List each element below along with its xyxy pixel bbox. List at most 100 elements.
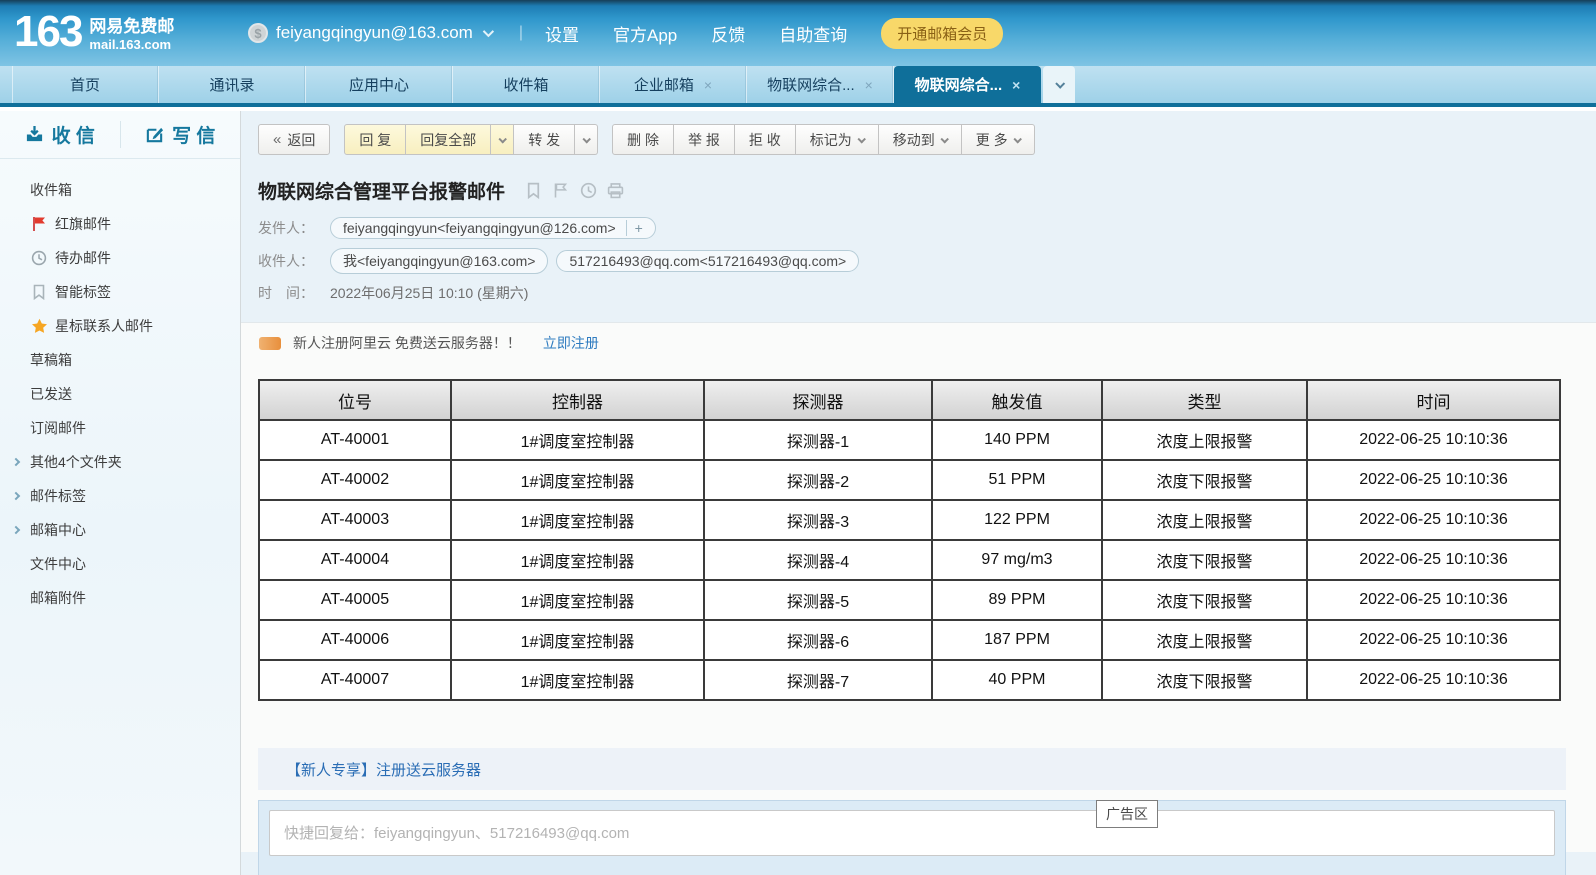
table-cell: 浓度下限报警 [1102, 460, 1307, 500]
mail-toolbar: « 返回 回 复 回复全部 转 发 删 除 举 报 拒 收 标记为 移动到 更 … [241, 111, 1596, 167]
163-logo[interactable]: 163 网易免费邮 mail.163.com [14, 8, 174, 56]
table-cell: AT-40001 [259, 420, 451, 460]
table-cell: 1#调度室控制器 [451, 580, 704, 620]
reply-all-button[interactable]: 回复全部 [406, 124, 491, 155]
printer-icon[interactable] [607, 182, 625, 200]
report-button[interactable]: 举 报 [674, 124, 735, 155]
close-icon[interactable]: × [704, 78, 712, 92]
sidebar-item-drafts[interactable]: 草稿箱 [0, 343, 240, 377]
promo-strip: 【新人专享】注册送云服务器 [258, 748, 1566, 790]
mark-as-button[interactable]: 标记为 [796, 124, 879, 155]
sidebar-item-starred-contacts[interactable]: 星标联系人邮件 [0, 309, 240, 343]
compose-pencil-icon [145, 125, 164, 144]
close-icon[interactable]: × [1012, 78, 1020, 92]
table-cell: AT-40007 [259, 660, 451, 700]
163-logo-number: 163 [14, 8, 81, 56]
table-cell: 97 mg/m3 [932, 540, 1102, 580]
reply-all-dropdown-button[interactable] [491, 124, 514, 155]
table-cell: 2022-06-25 10:10:36 [1307, 540, 1560, 580]
settings-link[interactable]: 设置 [545, 21, 579, 46]
ad-area-label: 广告区 [1096, 800, 1158, 828]
account-email[interactable]: feiyangqingyun@163.com [276, 23, 473, 43]
sidebar-item-mail-center[interactable]: 邮箱中心 [0, 513, 240, 547]
chevron-down-icon[interactable] [483, 26, 494, 37]
table-header-row: 位号 控制器 探测器 触发值 类型 时间 [259, 380, 1560, 420]
brand-title: 网易免费邮 [89, 17, 174, 37]
mail-time: 2022年06月25日 10:10 (星期六) [330, 283, 528, 303]
self-service-link[interactable]: 自助查询 [779, 21, 847, 46]
table-cell: AT-40002 [259, 460, 451, 500]
delete-button[interactable]: 删 除 [612, 124, 674, 155]
table-cell: 2022-06-25 10:10:36 [1307, 500, 1560, 540]
quick-reply-input[interactable] [269, 810, 1555, 856]
sidebar-item-todo-mail[interactable]: 待办邮件 [0, 241, 240, 275]
inbox-download-icon [25, 125, 44, 144]
sender-address-pill[interactable]: feiyangqingyun<feiyangqingyun@126.com> + [330, 217, 656, 239]
table-cell: 探测器-5 [704, 580, 932, 620]
bookmark-icon[interactable] [526, 182, 544, 200]
table-cell: 探测器-7 [704, 660, 932, 700]
sidebar-item-other-folders[interactable]: 其他4个文件夹 [0, 445, 240, 479]
compose-mail-button[interactable]: 写 信 [120, 121, 241, 148]
back-arrows-icon: « [273, 131, 281, 148]
sidebar-item-smart-tags[interactable]: 智能标签 [0, 275, 240, 309]
sidebar-item-red-flag-mail[interactable]: 红旗邮件 [0, 207, 240, 241]
tab-iot-mail-1[interactable]: 物联网综合... × [747, 66, 894, 103]
table-row: AT-400011#调度室控制器探测器-1140 PPM浓度上限报警2022-0… [259, 420, 1560, 460]
from-label: 发件人： [258, 218, 330, 238]
receive-mail-button[interactable]: 收 信 [0, 121, 120, 148]
move-to-button[interactable]: 移动到 [879, 124, 962, 155]
sidebar-item-inbox[interactable]: 收件箱 [0, 173, 240, 207]
webmail-window: 163 网易免费邮 mail.163.com $ feiyangqingyun@… [0, 0, 1596, 875]
official-app-link[interactable]: 官方App [613, 21, 677, 46]
forward-button[interactable]: 转 发 [514, 124, 575, 155]
menu-divider: | [519, 24, 523, 42]
clock-icon[interactable] [580, 182, 598, 200]
table-cell: AT-40003 [259, 500, 451, 540]
mail-meta: 发件人： feiyangqingyun<feiyangqingyun@126.c… [241, 217, 1596, 303]
reply-button[interactable]: 回 复 [344, 124, 406, 155]
reject-button[interactable]: 拒 收 [735, 124, 796, 155]
tab-app-center[interactable]: 应用中心 [306, 66, 453, 103]
close-icon[interactable]: × [865, 78, 873, 92]
vip-upgrade-button[interactable]: 开通邮箱会员 [881, 18, 1003, 49]
tab-iot-mail-2-active[interactable]: 物联网综合... × [894, 66, 1041, 103]
aliyun-logo-icon [259, 337, 281, 350]
sidebar-item-mail-attachments[interactable]: 邮箱附件 [0, 581, 240, 615]
ad-banner-text: 新人注册阿里云 免费送云服务器！！ [293, 333, 521, 353]
table-cell: 浓度上限报警 [1102, 420, 1307, 460]
chevron-down-icon [499, 135, 507, 143]
table-cell: 1#调度室控制器 [451, 420, 704, 460]
table-row: AT-400041#调度室控制器探测器-497 mg/m3浓度下限报警2022-… [259, 540, 1560, 580]
feedback-link[interactable]: 反馈 [711, 21, 745, 46]
flag-icon[interactable] [553, 182, 571, 200]
ad-banner[interactable]: 新人注册阿里云 免费送云服务器！！ 立即注册 [241, 323, 1596, 363]
sidebar-item-subscriptions[interactable]: 订阅邮件 [0, 411, 240, 445]
back-button[interactable]: « 返回 [258, 124, 330, 155]
sidebar-item-file-center[interactable]: 文件中心 [0, 547, 240, 581]
sidebar: 收 信 写 信 收件箱 红旗邮件 待办邮件 智能标签 [0, 111, 241, 875]
table-cell: 2022-06-25 10:10:36 [1307, 620, 1560, 660]
bookmark-icon [30, 283, 48, 301]
forward-dropdown-button[interactable] [575, 124, 598, 155]
more-button[interactable]: 更 多 [962, 124, 1035, 155]
red-flag-icon [30, 215, 48, 233]
tab-enterprise-mail[interactable]: 企业邮箱 × [600, 66, 747, 103]
chevron-down-icon [1055, 79, 1065, 89]
register-now-link[interactable]: 立即注册 [543, 333, 599, 353]
tab-inbox[interactable]: 收件箱 [453, 66, 600, 103]
table-cell: 探测器-2 [704, 460, 932, 500]
recipient-address-pill[interactable]: 517216493@qq.com<517216493@qq.com> [556, 250, 859, 272]
sidebar-item-sent[interactable]: 已发送 [0, 377, 240, 411]
tab-list-dropdown-button[interactable] [1043, 66, 1075, 103]
add-contact-button[interactable]: + [626, 220, 643, 236]
clock-icon [30, 249, 48, 267]
table-cell: 1#调度室控制器 [451, 460, 704, 500]
recipient-address-pill[interactable]: 我<feiyangqingyun@163.com> [330, 248, 548, 274]
to-label: 收件人： [258, 251, 330, 271]
tab-contacts[interactable]: 通讯录 [159, 66, 306, 103]
col-header-time: 时间 [1307, 380, 1560, 420]
sidebar-item-mail-tags[interactable]: 邮件标签 [0, 479, 240, 513]
promo-link[interactable]: 【新人专享】注册送云服务器 [286, 759, 481, 780]
tab-home[interactable]: 首页 [12, 66, 159, 103]
